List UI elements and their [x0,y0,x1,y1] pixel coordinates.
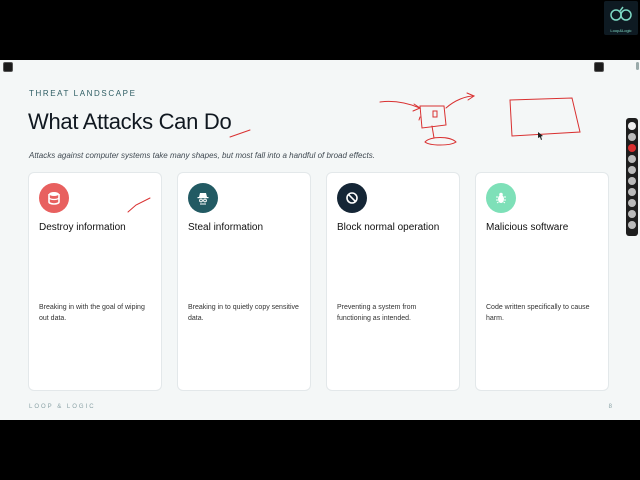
red-pen-icon[interactable] [628,144,636,152]
scrollbar-thumb[interactable] [636,62,639,70]
annotation-toolbar [626,118,638,236]
more-tool-icon[interactable] [628,221,636,229]
highlighter-tool-icon[interactable] [628,133,636,141]
pencil-tool-icon[interactable] [628,166,636,174]
logo-text: Loop&Logic [610,28,632,33]
cloud-icon[interactable] [594,62,604,72]
marker-tool-icon[interactable] [628,155,636,163]
menu-icon[interactable] [3,62,13,72]
line-tool-icon[interactable] [628,177,636,185]
pen-tool-icon[interactable] [628,122,636,130]
undo-tool-icon[interactable] [628,210,636,218]
slide: THREAT LANDSCAPE What Attacks Can Do Att… [0,60,640,420]
loop-logic-logo: Loop&Logic [604,1,638,35]
mouse-cursor-icon [538,132,543,140]
eraser-tool-icon[interactable] [628,188,636,196]
ink-annotations [127,92,581,213]
text-tool-icon[interactable] [628,199,636,207]
